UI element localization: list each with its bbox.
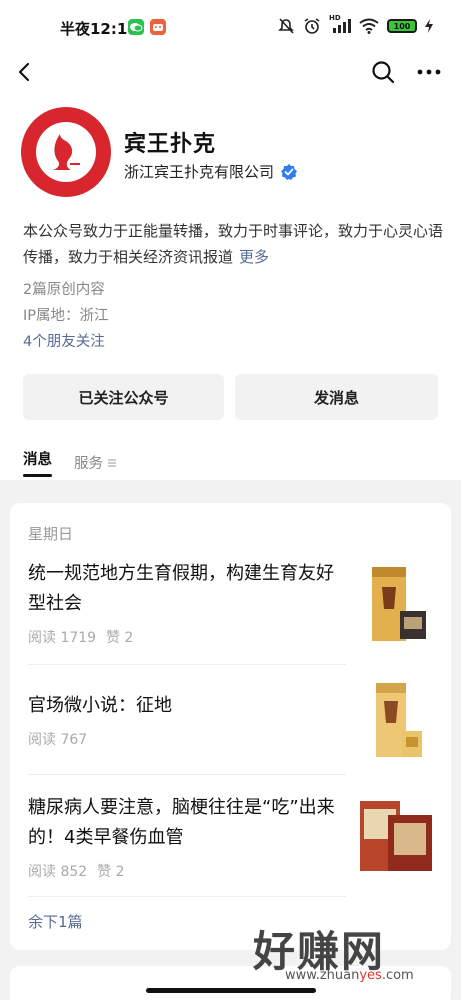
- article-reads: 阅读 767: [28, 732, 88, 748]
- wechat-notification-icon: [128, 19, 144, 35]
- divider: [28, 774, 346, 775]
- article-thumbnail[interactable]: [366, 681, 430, 761]
- tab-bar: 消息 服务: [23, 448, 117, 477]
- article-likes: 赞 2: [97, 864, 125, 880]
- card-day-label: 星期日: [28, 525, 74, 543]
- app-notification-icon: [150, 19, 166, 35]
- status-time: 半夜12:14: [60, 20, 138, 38]
- status-bar: 半夜12:14 HD 100: [0, 0, 461, 52]
- article-title: 糖尿病人要注意，脑梗往往是“吃”出来的！4类早餐伤血管: [28, 797, 335, 848]
- remaining-articles-link[interactable]: 余下1篇: [28, 911, 83, 932]
- article-title: 官场微小说：征地: [28, 695, 172, 716]
- article-reads: 阅读 1719: [28, 630, 97, 646]
- alarm-icon: [304, 18, 320, 34]
- tab-messages[interactable]: 消息: [23, 448, 52, 477]
- article-likes: 赞 2: [106, 630, 134, 646]
- original-content-count[interactable]: 2篇原创内容: [23, 278, 105, 299]
- verified-icon: [281, 163, 298, 180]
- mute-icon: [278, 18, 294, 34]
- friends-following-link[interactable]: 4个朋友关注: [23, 330, 105, 351]
- article-reads: 阅读 852: [28, 864, 88, 880]
- ip-location: IP属地：浙江: [23, 308, 109, 324]
- article-item[interactable]: 统一规范地方生育假期，构建生育友好型社会 阅读 1719 赞 2: [28, 559, 346, 647]
- status-icons: HD 100: [277, 14, 433, 35]
- battery-icon: 100: [387, 19, 417, 33]
- account-description: 本公众号致力于正能量转播，致力于时事评论，致力于心灵心语传播，致力于相关经济资讯…: [23, 218, 443, 270]
- send-message-button[interactable]: 发消息: [235, 374, 438, 420]
- menu-lines-icon: [108, 458, 116, 467]
- company-row[interactable]: 浙江宾王扑克有限公司: [124, 161, 298, 182]
- tab-services-label: 服务: [74, 456, 103, 472]
- article-stats: 阅读 1719 赞 2: [28, 627, 346, 647]
- signal-icon: HD: [329, 14, 351, 34]
- followed-button[interactable]: 已关注公众号: [23, 374, 224, 420]
- article-thumbnail[interactable]: [358, 795, 434, 875]
- tab-services[interactable]: 服务: [74, 448, 117, 477]
- article-title: 统一规范地方生育假期，构建生育友好型社会: [28, 563, 334, 614]
- article-thumbnail[interactable]: [366, 565, 430, 645]
- company-name: 浙江宾王扑克有限公司: [124, 163, 275, 181]
- description-more-link[interactable]: 更多: [239, 248, 269, 266]
- divider: [28, 896, 346, 897]
- divider: [28, 664, 346, 665]
- article-item[interactable]: 糖尿病人要注意，脑梗往往是“吃”出来的！4类早餐伤血管 阅读 852 赞 2: [28, 793, 346, 881]
- message-card: 星期日 统一规范地方生育假期，构建生育友好型社会 阅读 1719 赞 2 官场微…: [10, 503, 451, 950]
- description-text: 本公众号致力于正能量转播，致力于时事评论，致力于心灵心语传播，致力于相关经济资讯…: [23, 222, 444, 266]
- charging-icon: [425, 19, 433, 33]
- search-icon[interactable]: [369, 58, 397, 86]
- more-icon[interactable]: [415, 58, 443, 86]
- watermark: 好赚网 www.zhuanyes.com: [253, 918, 453, 988]
- account-name: 宾王扑克: [124, 132, 217, 157]
- home-indicator[interactable]: [146, 988, 316, 993]
- back-icon[interactable]: [12, 58, 40, 86]
- account-logo: [21, 107, 111, 197]
- watermark-url: www.zhuanyes.com: [285, 968, 414, 983]
- nav-bar: [0, 52, 461, 92]
- wifi-icon: [359, 18, 379, 34]
- article-stats: 阅读 852 赞 2: [28, 861, 346, 881]
- article-stats: 阅读 767: [28, 729, 346, 749]
- article-item[interactable]: 官场微小说：征地 阅读 767: [28, 691, 346, 749]
